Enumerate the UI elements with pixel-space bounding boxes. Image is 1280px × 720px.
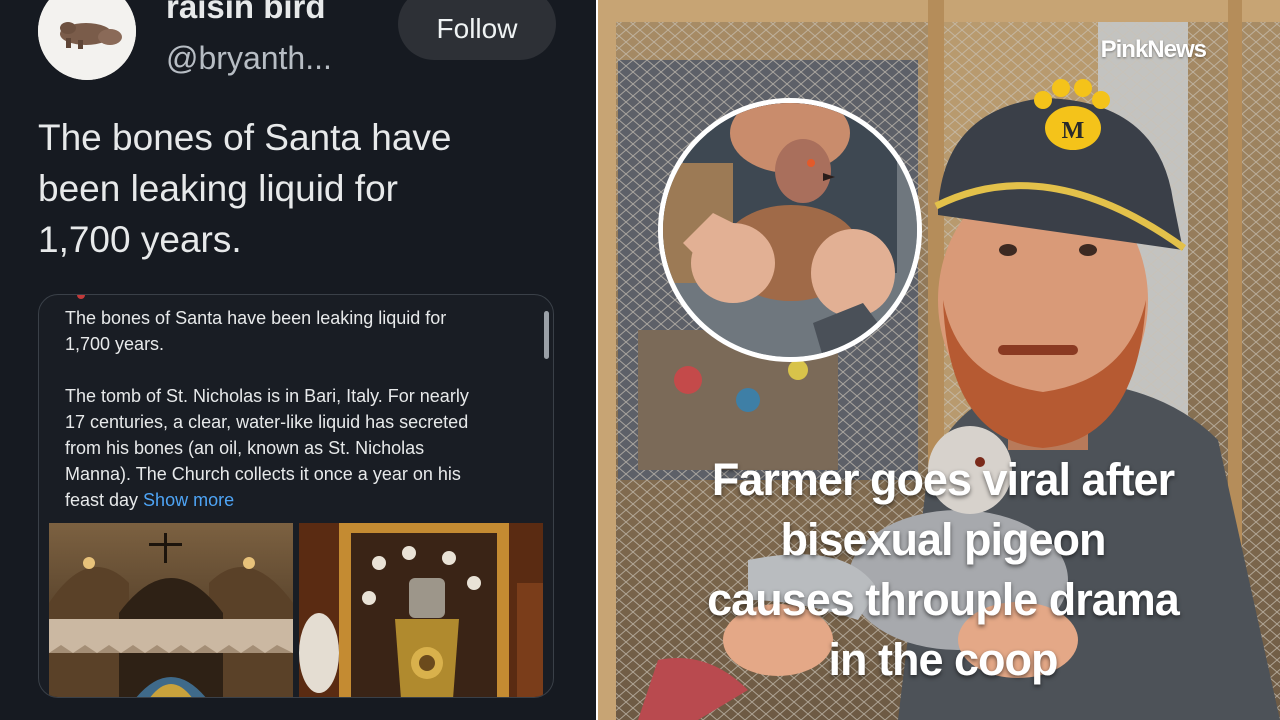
headline-line: Farmer goes viral after [711, 454, 1175, 505]
headline-line: causes throuple drama [707, 574, 1180, 625]
card-text-line: The bones of Santa have been leaking liq… [65, 308, 447, 328]
headline-line: bisexual pigeon [780, 514, 1106, 565]
social-post-panel: raisin bird @bryanth... Follow The bones… [0, 0, 596, 720]
hippo-avatar-icon[interactable] [38, 0, 136, 80]
pigeon-inset-image[interactable] [658, 98, 922, 362]
embedded-post-card[interactable]: The bones of Santa have been leaking liq… [38, 294, 554, 698]
card-text-line: 17 centuries, a clear, water-like liquid… [65, 412, 469, 432]
notification-dot [77, 295, 85, 299]
card-text-line: feast day [65, 490, 144, 510]
news-headline[interactable]: Farmer goes viral after bisexual pigeon … [638, 450, 1248, 690]
display-name[interactable]: raisin bird [166, 0, 326, 26]
news-brand-logo[interactable]: PinkNews [1101, 36, 1207, 64]
cap-letter: M [1062, 118, 1085, 144]
reliquary-image[interactable] [299, 523, 543, 697]
post-text-line: 1,700 years. [38, 219, 242, 260]
card-text-line: Manna). The Church collects it once a ye… [65, 464, 461, 484]
card-scrollbar[interactable] [544, 311, 549, 359]
post-text: The bones of Santa have been leaking liq… [38, 112, 558, 265]
headline-line: in the coop [828, 634, 1059, 685]
card-text-line: 1,700 years. [65, 334, 165, 354]
show-more-link[interactable]: Show more [143, 490, 234, 510]
basilica-interior-image[interactable] [49, 523, 293, 697]
card-text: The bones of Santa have been leaking liq… [65, 305, 525, 539]
card-text-line: The tomb of St. Nicholas is in Bari, Ita… [65, 386, 469, 406]
user-handle[interactable]: @bryanth... [166, 40, 332, 77]
card-text-line: from his bones (an oil, known as St. Nic… [65, 438, 425, 458]
follow-button[interactable]: Follow [398, 0, 556, 60]
post-text-line: been leaking liquid for [38, 168, 398, 209]
news-thumbnail-panel[interactable]: M PinkNews Farmer goes viral after bisex [598, 0, 1280, 720]
post-text-line: The bones of Santa have [38, 117, 452, 158]
